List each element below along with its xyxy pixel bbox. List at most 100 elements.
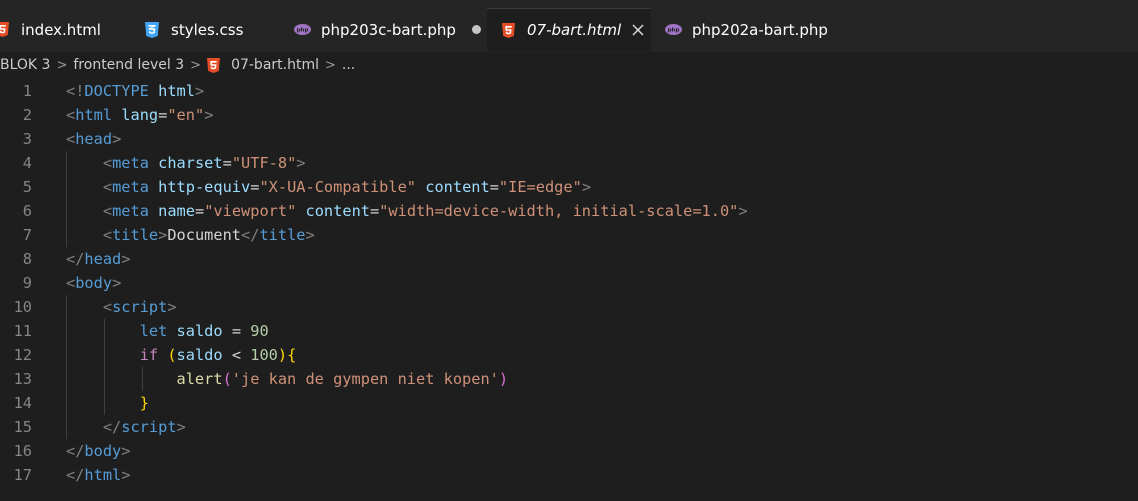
code-line[interactable]: 7 <title>Document</title> [0, 223, 1138, 247]
unsaved-changes-dot-icon[interactable] [471, 25, 481, 34]
code-token: = [222, 322, 251, 340]
code-token: > [167, 298, 177, 316]
code-text: <html lang="en"> [66, 103, 213, 127]
code-text: alert('je kan de gympen niet kopen') [66, 367, 509, 391]
code-token: let [139, 322, 168, 340]
line-number: 17 [13, 466, 32, 484]
code-token: > [121, 250, 131, 268]
breadcrumb-item-frontend-level-3[interactable]: frontend level 3 [73, 57, 184, 73]
code-token: <! [66, 82, 85, 100]
breadcrumb: BLOK 3 > frontend level 3 > 07-bart.html… [0, 52, 1138, 78]
tab-index-html[interactable]: index.html [0, 8, 101, 51]
breadcrumb-item-symbols[interactable]: ... [342, 57, 355, 73]
code-line[interactable]: 6 <meta name="viewport" content="width=d… [0, 199, 1138, 223]
close-icon[interactable] [631, 23, 645, 37]
tab-label: php203c-bart.php [321, 20, 456, 39]
svg-text:php: php [668, 28, 680, 34]
code-line[interactable]: 8 </head> [0, 247, 1138, 271]
code-line[interactable]: 2 <html lang="en"> [0, 103, 1138, 127]
code-token: html [75, 106, 113, 124]
code-text: </html> [66, 463, 130, 487]
code-token: lang [121, 106, 159, 124]
breadcrumb-item-file[interactable]: 07-bart.html [231, 57, 319, 73]
code-token: content [425, 178, 490, 196]
line-number: 10 [13, 298, 32, 316]
code-line[interactable]: 5 <meta http-equiv = "X-UA-Compatible" con… [0, 175, 1138, 199]
code-line[interactable]: 4 <meta charset="UTF-8"> [0, 151, 1138, 175]
code-token: http-equiv [158, 178, 251, 196]
code-text: <meta http-equiv = "X-UA-Compatible" conte… [66, 175, 591, 199]
code-line[interactable]: 12 if (saldo < 100){ [0, 343, 1138, 367]
code-token: = [158, 106, 168, 124]
breadcrumb-item-blok-3[interactable]: BLOK 3 [0, 57, 50, 73]
code-token: > [112, 130, 122, 148]
code-text: <title>Document</title> [66, 223, 315, 247]
tab-php203c-bart-php[interactable]: php php203c-bart.php [294, 8, 481, 51]
code-token: ( [167, 346, 177, 364]
line-number: 7 [22, 226, 32, 244]
code-token: script [112, 298, 168, 316]
html5-icon [502, 22, 515, 38]
line-number: 9 [22, 274, 32, 292]
code-token: < [66, 274, 76, 292]
code-line[interactable]: 10 <script> [0, 295, 1138, 319]
code-token: </ [102, 418, 122, 436]
code-text: <body> [66, 271, 121, 295]
svg-text:php: php [297, 28, 309, 34]
code-token: meta [112, 178, 149, 196]
code-line[interactable]: 9 <body> [0, 271, 1138, 295]
line-number: 13 [13, 370, 32, 388]
code-text: <script> [66, 295, 177, 319]
code-token: head [84, 250, 122, 268]
code-token: = [222, 154, 232, 172]
code-token: > [112, 274, 122, 292]
code-line[interactable]: 15 </script> [0, 415, 1138, 439]
code-text: </body> [66, 439, 130, 463]
code-token: html [84, 466, 122, 484]
code-text: <!DOCTYPE html> [66, 79, 204, 103]
code-line[interactable]: 14 } [0, 391, 1138, 415]
code-line[interactable]: 17 </html> [0, 463, 1138, 487]
tab-07-bart-html[interactable]: 07-bart.html [487, 8, 651, 51]
code-token: name [158, 202, 195, 220]
line-number: 8 [22, 250, 32, 268]
code-token: saldo [176, 346, 223, 364]
breadcrumb-separator-icon: > [324, 57, 336, 73]
code-token: = [489, 178, 499, 196]
css3-icon [145, 21, 159, 38]
code-token: head [75, 130, 113, 148]
code-token: charset [158, 154, 223, 172]
code-token: 100 [250, 346, 278, 364]
code-line[interactable]: 1 <!DOCTYPE html> [0, 79, 1138, 103]
code-line[interactable]: 16 </body> [0, 439, 1138, 463]
line-number: 3 [22, 130, 32, 148]
code-token: "en" [167, 106, 205, 124]
code-editor[interactable]: 1 <!DOCTYPE html> 2 <html lang="en"> 3 <head>… [0, 78, 1138, 501]
code-token: "IE=edge" [498, 178, 582, 196]
code-token: < [222, 346, 251, 364]
code-token: < [66, 106, 76, 124]
tab-php202a-bart-php[interactable]: php php202a-bart.php [665, 8, 828, 51]
line-number: 2 [22, 106, 32, 124]
code-token: saldo [176, 322, 223, 340]
code-token: "viewport" [204, 202, 297, 220]
code-line[interactable]: 11 let saldo = 90 [0, 319, 1138, 343]
code-line[interactable]: 13 alert('je kan de gympen niet kopen') [0, 367, 1138, 391]
code-token: title [112, 226, 159, 244]
tab-styles-css[interactable]: styles.css [145, 8, 243, 51]
code-token: > [176, 418, 186, 436]
code-text: <head> [66, 127, 121, 151]
line-number: 12 [13, 346, 32, 364]
code-token: alert [176, 370, 223, 388]
code-line[interactable]: 3 <head> [0, 127, 1138, 151]
code-token: { [287, 346, 297, 364]
editor-tab-bar: index.html styles.css php php203c-bart.p… [0, 0, 1138, 52]
code-token: title [259, 226, 306, 244]
code-token: = [194, 202, 205, 220]
php-icon: php [294, 24, 311, 35]
